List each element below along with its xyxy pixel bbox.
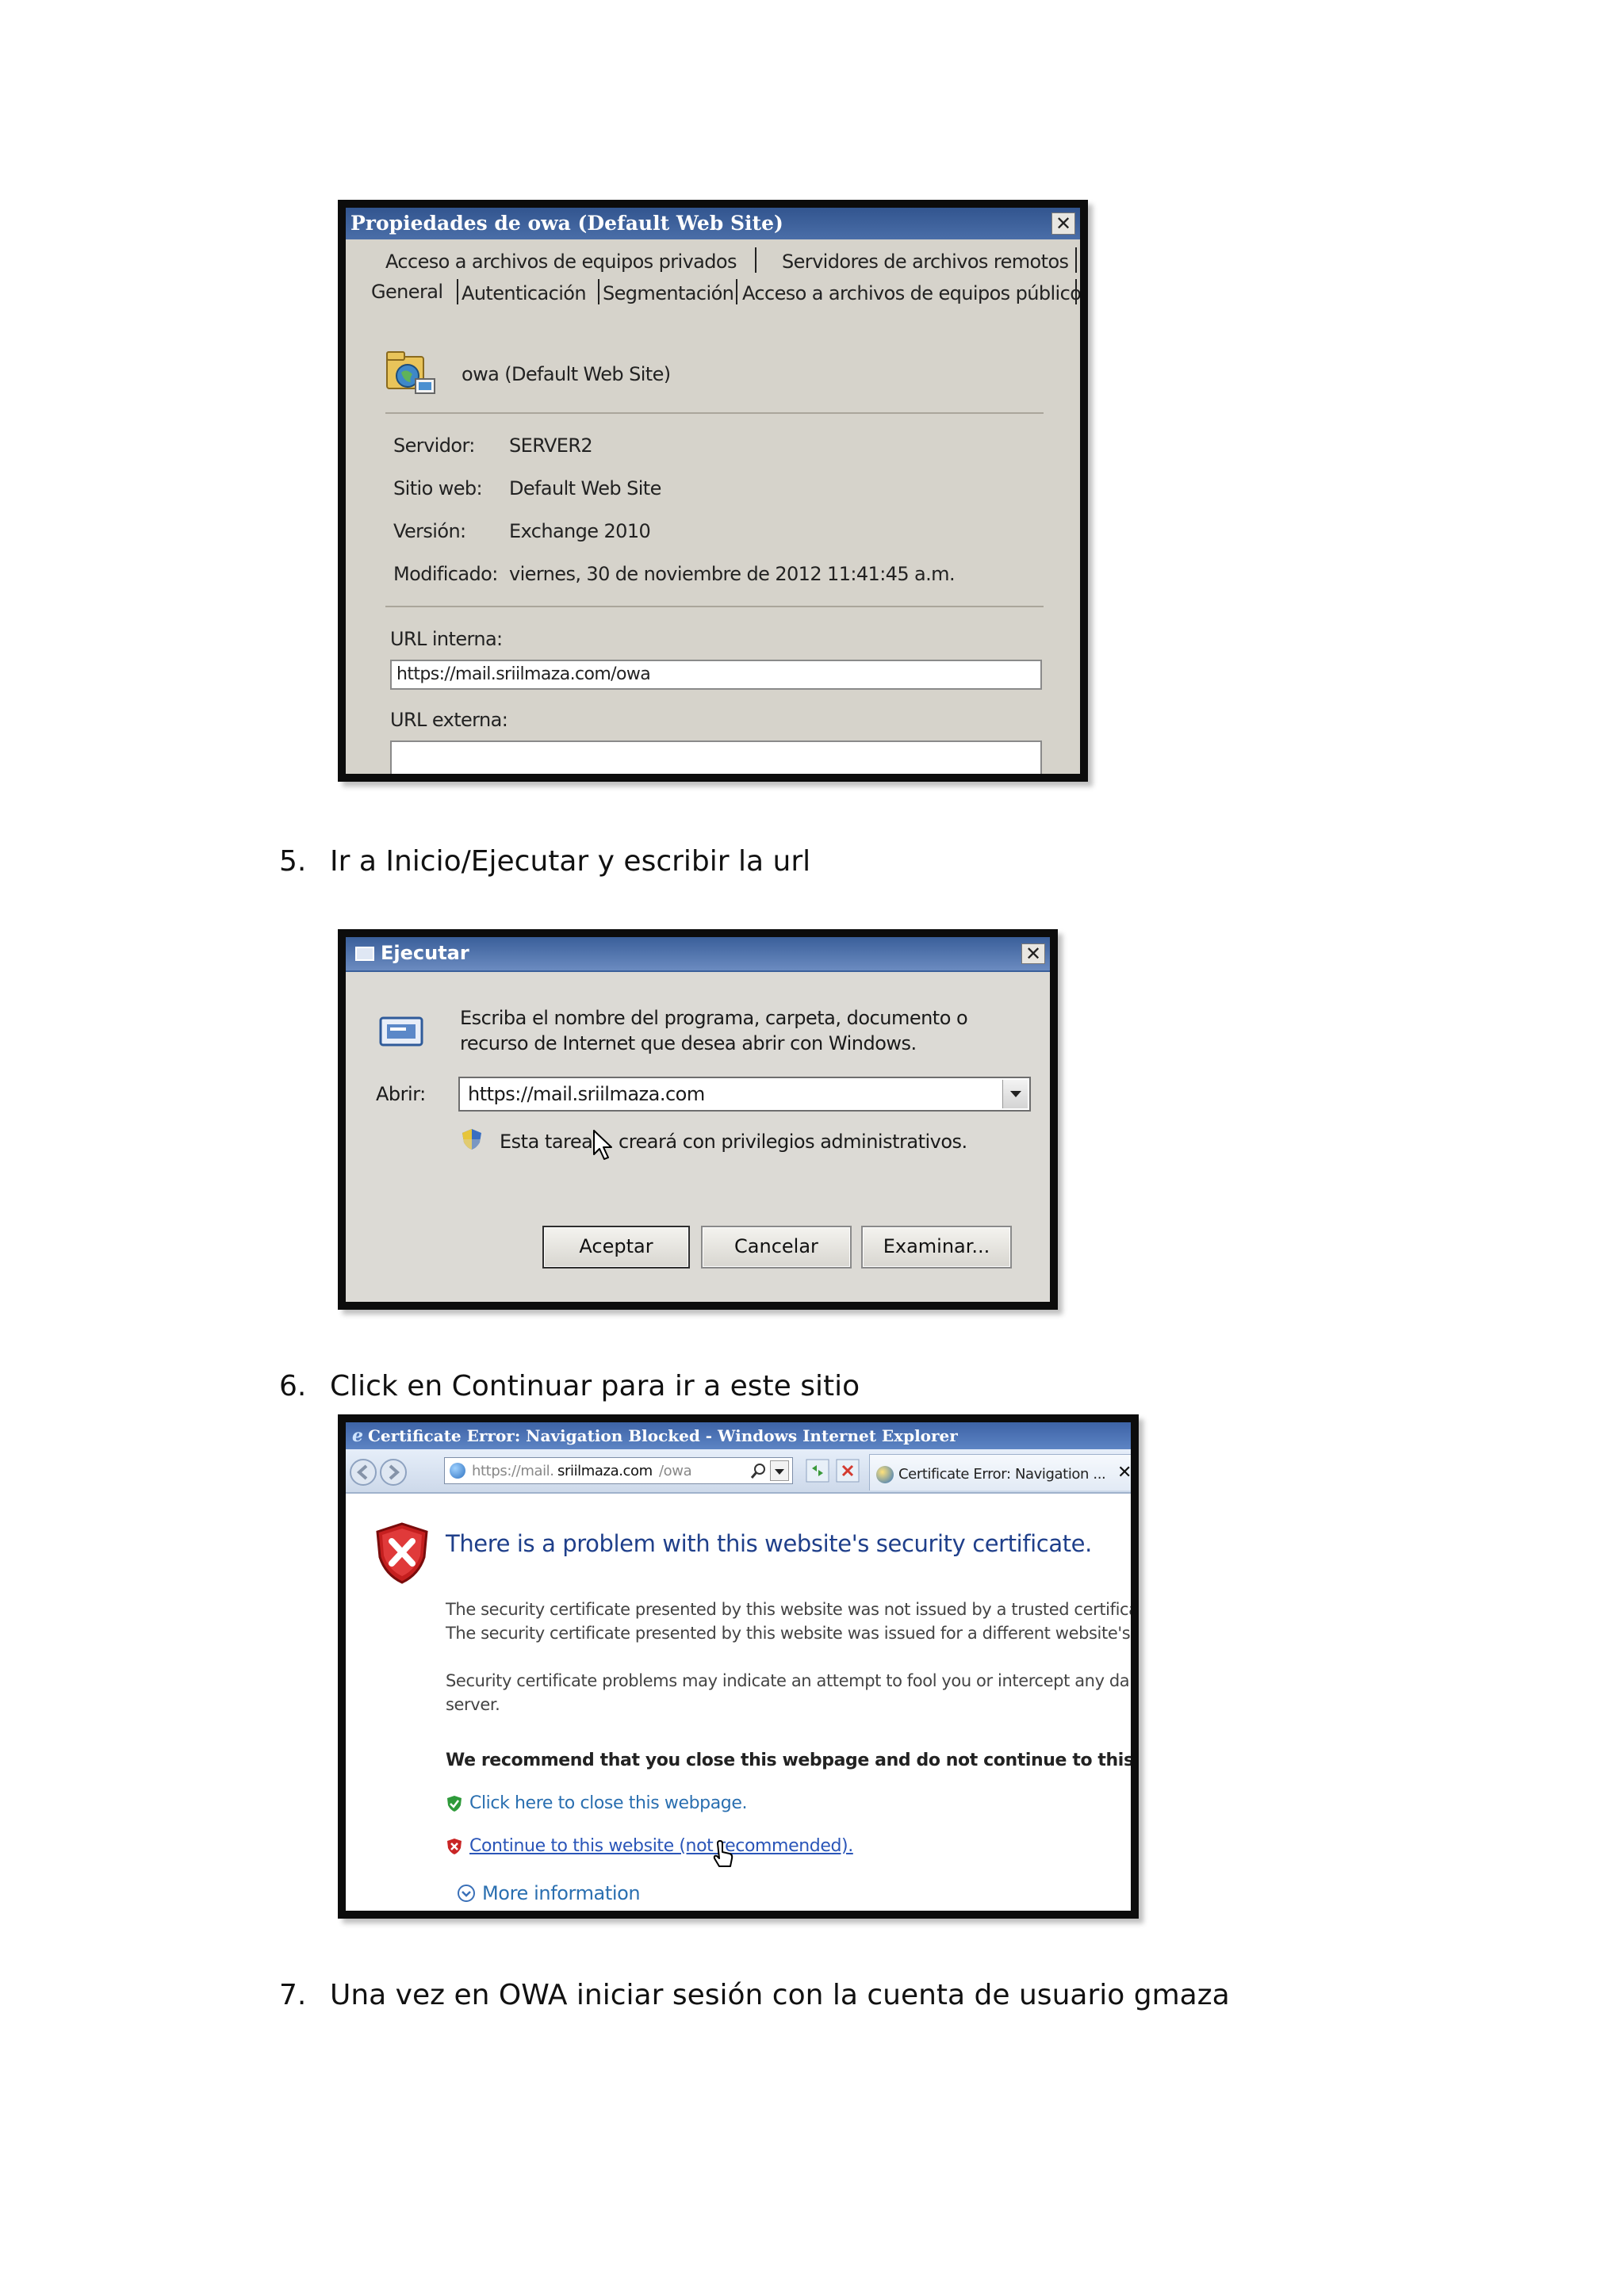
external-url-label: URL externa: (390, 709, 508, 731)
chevron-down-icon (1010, 1091, 1021, 1097)
ie-certificate-error-screenshot: e Certificate Error: Navigation Blocked -… (338, 1414, 1139, 1919)
browser-navigation-bar: https://mail. sriilmaza.com /owa Certifi… (346, 1449, 1131, 1494)
dialog-title-bar: Propiedades de owa (Default Web Site) ✕ (346, 208, 1080, 239)
tab-divider (457, 279, 458, 304)
external-url-input[interactable] (390, 740, 1042, 774)
search-icon[interactable] (749, 1461, 768, 1480)
open-input[interactable]: https://mail.sriilmaza.com (468, 1083, 705, 1105)
step-text: Una vez en OWA iniciar sesión con la cue… (330, 1979, 1230, 2011)
error-heading: There is a problem with this website's s… (446, 1530, 1092, 1557)
tab-authentication[interactable]: Autenticación (462, 282, 587, 304)
step-6: 6. Click en Continuar para ir a este siti… (279, 1370, 860, 1402)
step-7: 7. Una vez en OWA iniciar sesión con la c… (279, 1979, 1230, 2011)
chevron-down-icon (775, 1469, 784, 1475)
web-site-icon (386, 351, 435, 394)
open-combobox[interactable]: https://mail.sriilmaza.com (458, 1077, 1031, 1112)
dropdown-button[interactable] (1002, 1080, 1028, 1108)
field-value-server: SERVER2 (509, 434, 593, 457)
run-program-icon (379, 1016, 423, 1047)
security-error-shield-icon (376, 1522, 428, 1584)
more-information-link[interactable]: More information (482, 1882, 641, 1904)
address-dropdown[interactable] (770, 1460, 789, 1481)
error-text-1b: The security certificate presented by th… (446, 1624, 1131, 1643)
continue-to-website-link[interactable]: Continue to this website (not recommende… (469, 1836, 853, 1856)
mouse-cursor-icon (593, 1130, 612, 1160)
address-host: sriilmaza.com (557, 1463, 653, 1479)
hand-cursor-icon (713, 1840, 733, 1867)
close-webpage-link[interactable]: Click here to close this webpage. (469, 1793, 747, 1813)
tab-globe-icon (876, 1466, 894, 1483)
tab-divider (755, 247, 756, 273)
browse-button[interactable]: Examinar... (861, 1226, 1012, 1269)
run-description-line-2: recurso de Internet que desea abrir con … (460, 1032, 917, 1054)
error-text-1a: The security certificate presented by th… (446, 1600, 1139, 1619)
dialog-title: Propiedades de owa (Default Web Site) (350, 212, 783, 235)
address-bar[interactable]: https://mail. sriilmaza.com /owa (444, 1457, 793, 1484)
internal-url-input[interactable]: https://mail.sriilmaza.com/owa (390, 660, 1042, 690)
tab-divider (598, 279, 599, 304)
field-value-modified: viernes, 30 de noviembre de 2012 11:41:4… (509, 563, 956, 585)
browser-title: Certificate Error: Navigation Blocked - … (368, 1426, 958, 1445)
admin-note-start: Esta tarea (500, 1131, 593, 1153)
error-text-2a: Security certificate problems may indica… (446, 1671, 1130, 1690)
tab-segmentation[interactable]: Segmentación (603, 282, 734, 304)
step-text: Click en Continuar para ir a este sitio (330, 1370, 860, 1402)
separator (385, 606, 1044, 607)
field-label-website: Sitio web: (393, 477, 483, 499)
green-shield-icon (447, 1796, 462, 1812)
close-icon[interactable]: ✕ (1051, 212, 1075, 235)
step-5: 5. Ir a Inicio/Ejecutar y escribir la url (279, 845, 810, 878)
dialog-title: Ejecutar (381, 942, 469, 964)
run-description-line-1: Escriba el nombre del programa, carpeta,… (460, 1007, 968, 1029)
run-dialog-screenshot: Ejecutar ✕ Escriba el nombre del program… (338, 929, 1058, 1310)
tab-close-icon[interactable]: ✕ (1117, 1463, 1131, 1483)
tab-divider (1075, 279, 1077, 304)
tab-public-file-access[interactable]: Acceso a archivos de equipos públicos (742, 282, 1080, 304)
tab-remote-file-servers[interactable]: Servidores de archivos remotos (782, 251, 1069, 273)
tab-divider (736, 279, 737, 304)
field-label-version: Versión: (393, 520, 466, 542)
ie-logo-icon: e (352, 1425, 363, 1446)
stop-icon[interactable] (836, 1459, 860, 1483)
run-icon (355, 947, 374, 961)
forward-icon[interactable] (380, 1459, 407, 1486)
shield-icon (462, 1129, 481, 1150)
admin-note-end: creará con privilegios administrativos. (619, 1131, 967, 1153)
back-forward-buttons (350, 1459, 407, 1486)
field-label-server: Servidor: (393, 434, 475, 457)
red-shield-icon (447, 1839, 462, 1854)
close-icon[interactable]: ✕ (1021, 943, 1045, 964)
tab-divider (1075, 247, 1077, 273)
separator (385, 412, 1044, 414)
page-globe-icon (450, 1463, 465, 1479)
internal-url-label: URL interna: (390, 628, 503, 650)
cancel-button[interactable]: Cancelar (701, 1226, 852, 1269)
address-prefix: https://mail. (472, 1463, 554, 1479)
tab-general[interactable]: General (371, 281, 443, 303)
step-number: 5. (279, 845, 307, 878)
error-text-2b: server. (446, 1695, 500, 1714)
field-value-version: Exchange 2010 (509, 520, 651, 542)
tab-strip: Acceso a archivos de equipos privados Se… (346, 239, 1080, 311)
field-value-website: Default Web Site (509, 477, 661, 499)
recommendation-text: We recommend that you close this webpage… (446, 1751, 1139, 1770)
tab-label: Certificate Error: Navigation ... (898, 1466, 1106, 1483)
step-number: 7. (279, 1979, 307, 2011)
field-label-modified: Modificado: (393, 563, 498, 585)
address-path: /owa (659, 1463, 692, 1479)
back-icon[interactable] (350, 1459, 377, 1486)
browser-tab[interactable]: Certificate Error: Navigation ... ✕ (869, 1454, 1131, 1490)
expand-chevron-icon[interactable] (457, 1884, 476, 1903)
step-text: Ir a Inicio/Ejecutar y escribir la url (330, 845, 811, 878)
ok-button[interactable]: Aceptar (542, 1226, 690, 1269)
site-name: owa (Default Web Site) (462, 363, 671, 385)
refresh-icon[interactable] (806, 1459, 829, 1483)
open-label: Abrir: (376, 1083, 426, 1105)
tab-private-file-access[interactable]: Acceso a archivos de equipos privados (385, 251, 737, 273)
owa-properties-dialog-screenshot: Propiedades de owa (Default Web Site) ✕ … (338, 200, 1088, 782)
step-number: 6. (279, 1370, 307, 1402)
dialog-title-bar: Ejecutar ✕ (346, 937, 1050, 972)
browser-title-bar: e Certificate Error: Navigation Blocked -… (346, 1422, 1131, 1449)
